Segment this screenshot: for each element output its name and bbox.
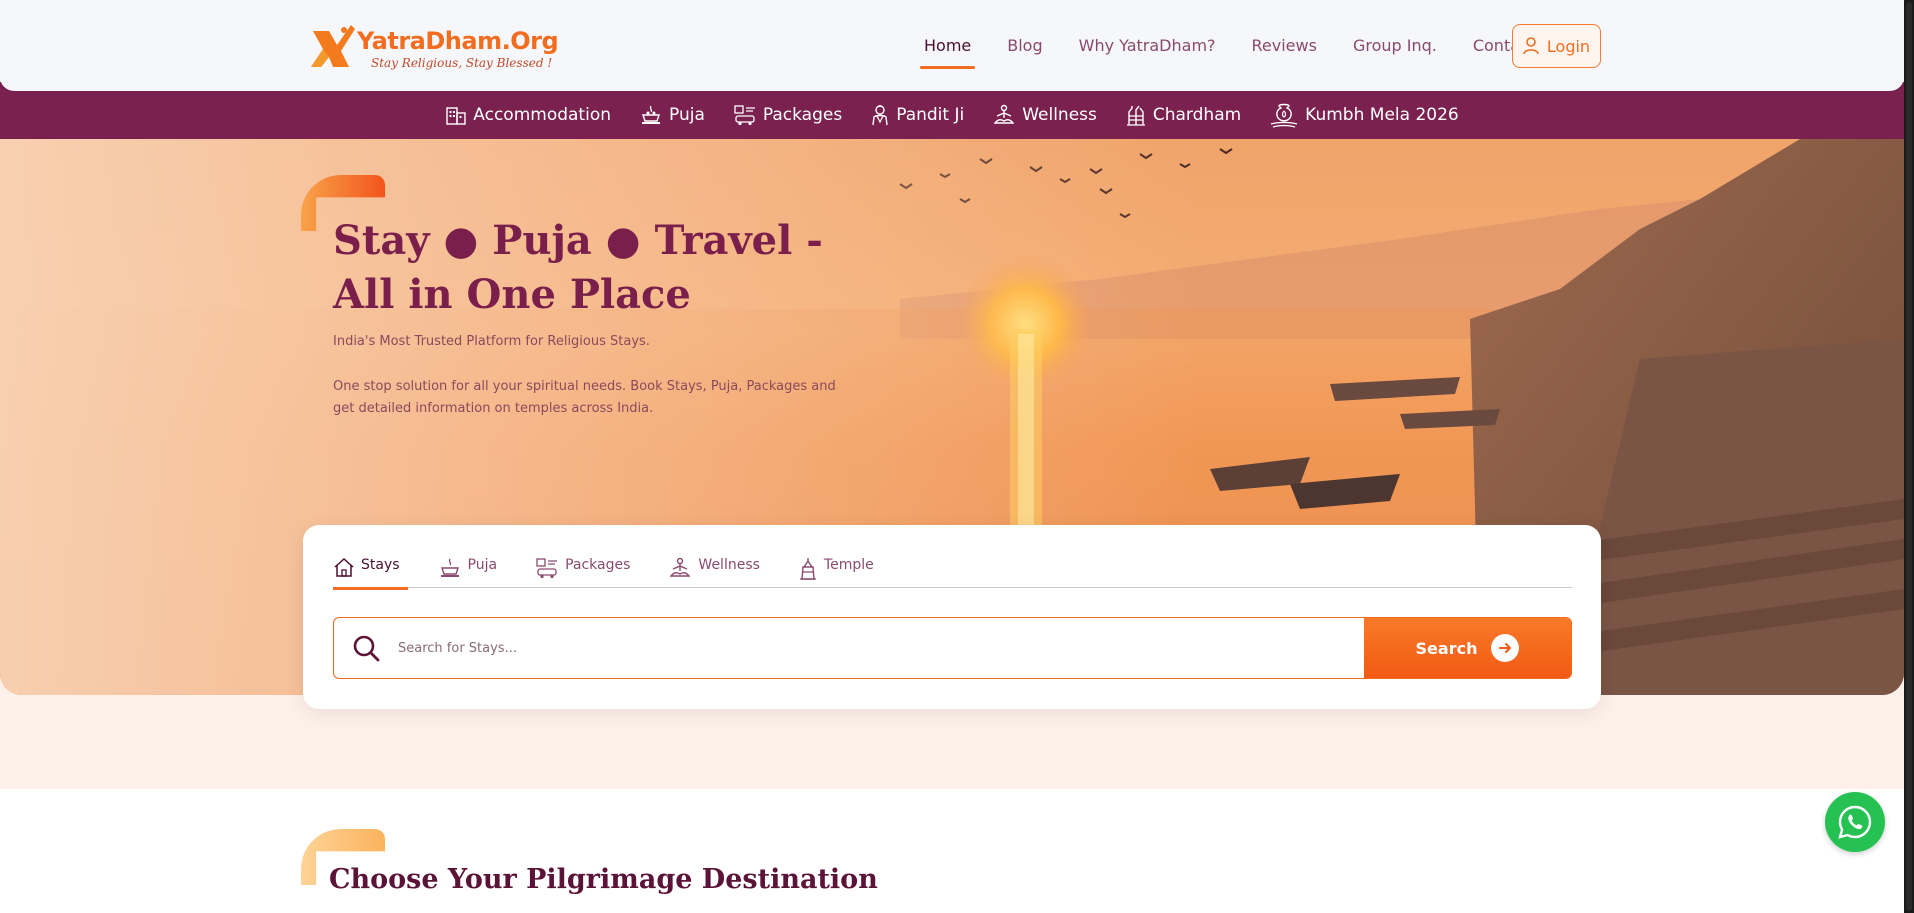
section-title: Choose Your Pilgrimage Destination bbox=[329, 864, 878, 895]
search-tabs: Stays Puja Packages Wellness Temple bbox=[333, 550, 1572, 590]
search-button-label: Search bbox=[1415, 638, 1478, 658]
nav-group-inquiry[interactable]: Group Inq. bbox=[1349, 30, 1441, 61]
tab-puja[interactable]: Puja bbox=[438, 550, 506, 588]
hero-title: Stay ● Puja ● Travel - All in One Place bbox=[333, 214, 853, 322]
category-label: Chardham bbox=[1152, 105, 1242, 125]
login-label: Login bbox=[1546, 36, 1591, 56]
hero-subtitle: India's Most Trusted Platform for Religi… bbox=[333, 334, 650, 349]
hero-title-line1: Stay ● Puja ● Travel - bbox=[333, 217, 823, 264]
building-icon bbox=[446, 107, 466, 125]
chardham-icon bbox=[1126, 105, 1145, 126]
tab-label: Temple bbox=[823, 557, 874, 573]
category-label: Kumbh Mela 2026 bbox=[1305, 105, 1459, 125]
tab-temple[interactable]: Temple bbox=[798, 550, 882, 588]
category-puja[interactable]: Puja bbox=[639, 104, 705, 126]
logo-icon bbox=[311, 25, 355, 67]
search-button[interactable]: Search bbox=[1364, 618, 1571, 678]
main-nav: Home Blog Why YatraDham? Reviews Group I… bbox=[920, 0, 1567, 91]
home-icon bbox=[334, 557, 354, 577]
category-label: Pandit Ji bbox=[896, 105, 965, 125]
nav-home[interactable]: Home bbox=[920, 30, 976, 69]
category-packages[interactable]: Packages bbox=[733, 104, 842, 126]
logo[interactable]: YatraDham.Org Stay Religious, Stay Bless… bbox=[311, 21, 559, 73]
search-card: Stays Puja Packages Wellness Temple Sear… bbox=[303, 525, 1601, 709]
nav-reviews[interactable]: Reviews bbox=[1248, 30, 1321, 61]
puja-icon bbox=[642, 105, 660, 124]
tab-label: Puja bbox=[467, 557, 498, 573]
arrow-right-icon bbox=[1491, 634, 1520, 662]
category-label: Wellness bbox=[1022, 105, 1097, 125]
meditation-icon bbox=[993, 104, 1015, 124]
category-label: Accommodation bbox=[473, 105, 611, 125]
category-label: Packages bbox=[762, 105, 843, 125]
user-icon bbox=[1523, 37, 1539, 55]
login-button[interactable]: Login bbox=[1512, 24, 1601, 68]
whatsapp-icon bbox=[1838, 805, 1872, 839]
search-bar: Search bbox=[333, 617, 1572, 679]
search-icon bbox=[334, 634, 398, 662]
whatsapp-button[interactable] bbox=[1825, 792, 1885, 852]
tab-label: Stays bbox=[361, 557, 400, 573]
tab-packages[interactable]: Packages bbox=[535, 550, 638, 588]
tab-stays[interactable]: Stays bbox=[333, 550, 408, 590]
tab-label: Wellness bbox=[698, 557, 760, 573]
scrollbar-thumb[interactable] bbox=[1906, 2, 1912, 911]
logo-tagline: Stay Religious, Stay Blessed ! bbox=[371, 56, 553, 70]
hero-title-line2: All in One Place bbox=[333, 271, 691, 318]
temple-icon bbox=[799, 558, 816, 580]
packages-icon bbox=[734, 105, 755, 126]
tab-label: Packages bbox=[565, 557, 631, 573]
nav-why-yatradham[interactable]: Why YatraDham? bbox=[1075, 30, 1220, 61]
search-input[interactable] bbox=[398, 618, 1364, 678]
category-accommodation[interactable]: Accommodation bbox=[445, 105, 611, 125]
logo-name: YatraDham.Org bbox=[357, 27, 559, 55]
category-chardham[interactable]: Chardham bbox=[1125, 104, 1241, 126]
meditation-icon bbox=[670, 557, 691, 577]
packages-icon bbox=[536, 558, 558, 579]
tab-wellness[interactable]: Wellness bbox=[668, 550, 768, 588]
destinations-section bbox=[0, 789, 1904, 913]
category-label: Puja bbox=[669, 105, 705, 125]
page-scrollbar[interactable] bbox=[1904, 0, 1914, 913]
hero-description: One stop solution for all your spiritual… bbox=[333, 379, 836, 416]
category-wellness[interactable]: Wellness bbox=[992, 104, 1097, 126]
puja-icon bbox=[440, 558, 459, 577]
pandit-icon bbox=[872, 105, 888, 126]
kumbh-icon bbox=[1270, 103, 1298, 128]
top-header: YatraDham.Org Stay Religious, Stay Bless… bbox=[0, 0, 1904, 91]
nav-blog[interactable]: Blog bbox=[1003, 30, 1046, 61]
category-kumbh-mela[interactable]: Kumbh Mela 2026 bbox=[1269, 102, 1459, 128]
category-pandit-ji[interactable]: Pandit Ji bbox=[870, 104, 964, 126]
